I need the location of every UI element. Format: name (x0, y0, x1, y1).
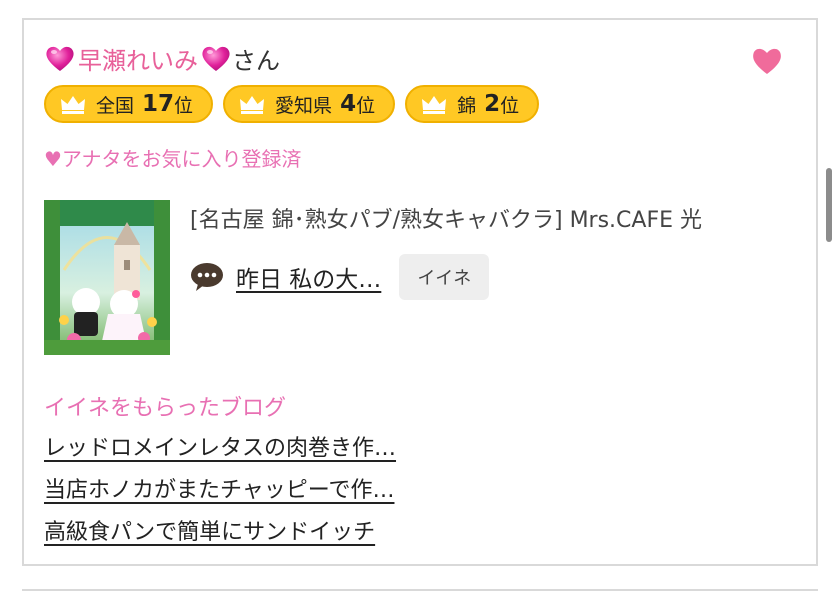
latest-blog-row: 昨日 私の大… イイネ (190, 254, 490, 300)
ranking-area: 愛知県 (275, 94, 333, 117)
ranking-badges: 全国 17 位 愛知県 4 位 錦 2 位 (44, 85, 540, 123)
ranking-unit: 位 (500, 94, 520, 117)
profile-name-row: 早瀬れいみ さん (44, 40, 280, 76)
liked-blog-link[interactable]: 高級食パンで簡単にサンドイッチ (44, 514, 396, 556)
ranking-number: 4 (340, 91, 357, 117)
ranking-badge-national: 全国 17 位 (44, 85, 214, 123)
next-card-border (22, 589, 818, 591)
ranking-number: 17 (142, 91, 175, 117)
profile-name: 早瀬れいみ (78, 46, 198, 75)
ranking-badge-prefecture: 愛知県 4 位 (223, 85, 396, 123)
liked-blog-link[interactable]: 当店ホノカがまたチャッピーで作… (44, 472, 396, 514)
ranking-badge-district: 錦 2 位 (405, 85, 540, 123)
ranking-area: 全国 (96, 94, 135, 117)
ranking-area: 錦 (457, 94, 477, 117)
crown-icon (61, 96, 85, 114)
favorite-status-text: ♥アナタをお気に入り登録済 (44, 147, 302, 171)
pink-heart-emoji-icon (202, 46, 230, 71)
liked-blogs-heading: イイネをもらったブログ (44, 396, 287, 421)
chat-bubble-icon (191, 263, 223, 291)
liked-blog-link[interactable]: レッドロメインレタスの肉巻き作… (44, 430, 396, 472)
ranking-unit: 位 (356, 94, 376, 117)
scrollbar-thumb[interactable] (826, 168, 832, 242)
latest-blog-link[interactable]: 昨日 私の大… (236, 260, 381, 294)
pink-heart-emoji-icon (46, 46, 74, 71)
shop-info: [名古屋 錦･熟女パブ/熟女キャバクラ] Mrs.CAFE 光 (190, 208, 703, 233)
blog-thumbnail-image[interactable] (44, 200, 170, 355)
ranking-number: 2 (484, 91, 501, 117)
crown-icon (240, 96, 265, 114)
ranking-unit: 位 (174, 94, 194, 117)
like-button[interactable]: イイネ (399, 254, 490, 300)
liked-blogs-list: レッドロメインレタスの肉巻き作… 当店ホノカがまたチャッピーで作… 高級食パンで… (44, 430, 396, 556)
favorite-heart-icon[interactable] (750, 44, 784, 76)
crown-icon (422, 96, 447, 114)
profile-name-suffix: さん (232, 46, 280, 75)
